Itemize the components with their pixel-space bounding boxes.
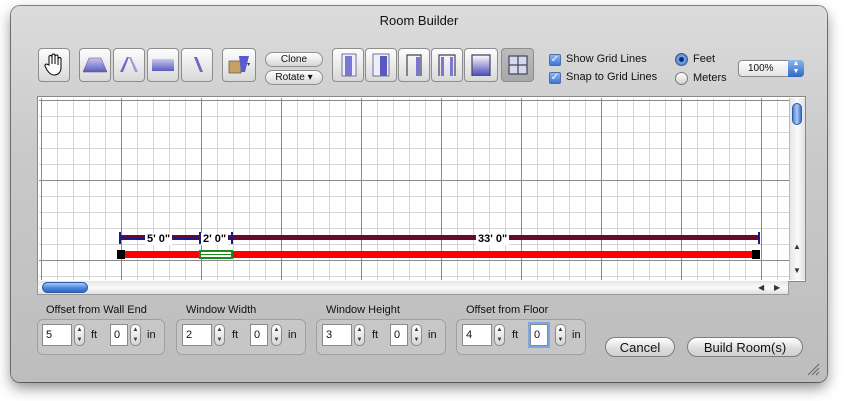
door-tool-4-button[interactable] xyxy=(431,48,463,82)
horizontal-scroll-thumb[interactable] xyxy=(42,282,88,293)
in-unit-label: in xyxy=(288,329,297,341)
door-right-icon xyxy=(372,53,390,77)
svg-text:▾: ▾ xyxy=(247,61,250,68)
offset-floor-label: Offset from Floor xyxy=(466,304,549,316)
build-rooms-button[interactable]: Build Room(s) xyxy=(687,337,803,357)
rotate-popup[interactable]: Rotate ▾ xyxy=(265,70,323,85)
resize-grip-icon[interactable] xyxy=(806,362,820,376)
window-height-ft-field[interactable]: 3 xyxy=(322,324,352,346)
double-door-icon xyxy=(438,54,456,76)
offset-floor-ft-field[interactable]: 4 xyxy=(462,324,492,346)
offset-wall-end-ft-field[interactable]: 5 xyxy=(42,324,72,346)
horizontal-scrollbar[interactable]: ◀ ▶ xyxy=(37,281,789,295)
window-width-in-field[interactable]: 0 xyxy=(250,324,268,346)
window-width-ft-stepper[interactable]: ▲ ▼ xyxy=(214,324,225,346)
window-height-label: Window Height xyxy=(326,304,400,316)
vertical-scrollbar[interactable]: ▲ ▼ xyxy=(789,98,805,280)
window-title: Room Builder xyxy=(379,13,459,28)
meters-label: Meters xyxy=(693,72,727,84)
window-width-label: Window Width xyxy=(186,304,257,316)
snap-to-grid-checkbox[interactable]: ✓ xyxy=(549,72,561,84)
wall-length-dimension-label: 33' 0" xyxy=(476,233,510,245)
ft-unit-label: ft xyxy=(372,329,379,341)
show-grid-lines-label: Show Grid Lines xyxy=(566,53,647,65)
wall-drawing xyxy=(117,232,760,259)
vertical-scroll-thumb[interactable] xyxy=(792,103,802,125)
feet-label: Feet xyxy=(693,53,716,65)
offset-wall-end-label: Offset from Wall End xyxy=(46,304,147,316)
wall-shape-single-button[interactable] xyxy=(181,48,213,82)
hand-icon xyxy=(44,53,62,76)
cancel-button[interactable]: Cancel xyxy=(605,337,675,357)
zoom-stepper-icon: ▲ ▼ xyxy=(788,60,804,77)
door-tool-1-button[interactable] xyxy=(332,48,364,82)
single-wall-icon xyxy=(194,57,203,72)
opening-icon xyxy=(471,54,491,76)
paint-tool-button[interactable]: ▾ xyxy=(222,48,256,82)
door-tool-2-button[interactable] xyxy=(365,48,397,82)
offset-wall-end-in-field[interactable]: 0 xyxy=(110,324,128,346)
scroll-right-arrow-icon[interactable]: ▶ xyxy=(774,283,780,292)
door-tool-3-button[interactable] xyxy=(398,48,430,82)
window-width-ft-field[interactable]: 2 xyxy=(182,324,212,346)
wall-shape-trapezoid-button[interactable] xyxy=(79,48,111,82)
wall-shape-angle-button[interactable] xyxy=(113,48,145,82)
wall-endpoint-left[interactable] xyxy=(117,250,125,259)
angled-wall-icon xyxy=(120,57,138,72)
in-unit-label: in xyxy=(428,329,437,341)
window-tool-button[interactable] xyxy=(501,48,534,82)
in-unit-label: in xyxy=(147,329,156,341)
scroll-left-arrow-icon[interactable]: ◀ xyxy=(758,283,764,292)
offset-floor-in-stepper[interactable]: ▲ ▼ xyxy=(555,324,566,346)
window-height-in-stepper[interactable]: ▲ ▼ xyxy=(411,324,422,346)
scroll-down-arrow-icon[interactable]: ▼ xyxy=(793,266,801,275)
paint-bucket-icon: ▾ xyxy=(228,56,250,74)
offset-floor-in-field[interactable]: 0 xyxy=(530,324,548,346)
window-width-dimension-label: 2' 0" xyxy=(201,233,229,245)
offset-dimension-label: 5' 0" xyxy=(145,233,173,245)
wall-shape-straight-button[interactable] xyxy=(147,48,179,82)
offset-floor-ft-stepper[interactable]: ▲ ▼ xyxy=(494,324,505,346)
doorway-icon xyxy=(406,54,422,76)
zoom-value: 100% xyxy=(748,63,774,74)
hand-tool-button[interactable] xyxy=(38,48,70,82)
offset-wall-end-ft-stepper[interactable]: ▲ ▼ xyxy=(74,324,85,346)
window-height-ft-stepper[interactable]: ▲ ▼ xyxy=(354,324,365,346)
door-left-icon xyxy=(341,53,357,77)
straight-wall-icon xyxy=(152,59,174,71)
show-grid-lines-checkbox[interactable]: ✓ xyxy=(549,54,561,66)
ft-unit-label: ft xyxy=(512,329,519,341)
feet-radio[interactable] xyxy=(675,53,688,66)
room-canvas[interactable]: 5' 0" 2' 0" 33' 0" ▲ ▼ xyxy=(37,96,806,282)
window-height-in-field[interactable]: 0 xyxy=(390,324,408,346)
meters-radio[interactable] xyxy=(675,72,688,85)
ft-unit-label: ft xyxy=(232,329,239,341)
wall-endpoint-right[interactable] xyxy=(752,250,760,259)
in-unit-label: in xyxy=(572,329,581,341)
zoom-popup[interactable]: 100% ▲ ▼ xyxy=(738,60,804,77)
ft-unit-label: ft xyxy=(91,329,98,341)
offset-wall-end-in-stepper[interactable]: ▲ ▼ xyxy=(130,324,141,346)
window-width-in-stepper[interactable]: ▲ ▼ xyxy=(271,324,282,346)
opening-tool-button[interactable] xyxy=(464,48,498,82)
scroll-up-arrow-icon[interactable]: ▲ xyxy=(793,242,801,251)
window-icon xyxy=(507,55,528,75)
snap-to-grid-label: Snap to Grid Lines xyxy=(566,71,658,83)
trapezoid-wall-icon xyxy=(82,57,108,73)
clone-button[interactable]: Clone xyxy=(265,52,323,67)
